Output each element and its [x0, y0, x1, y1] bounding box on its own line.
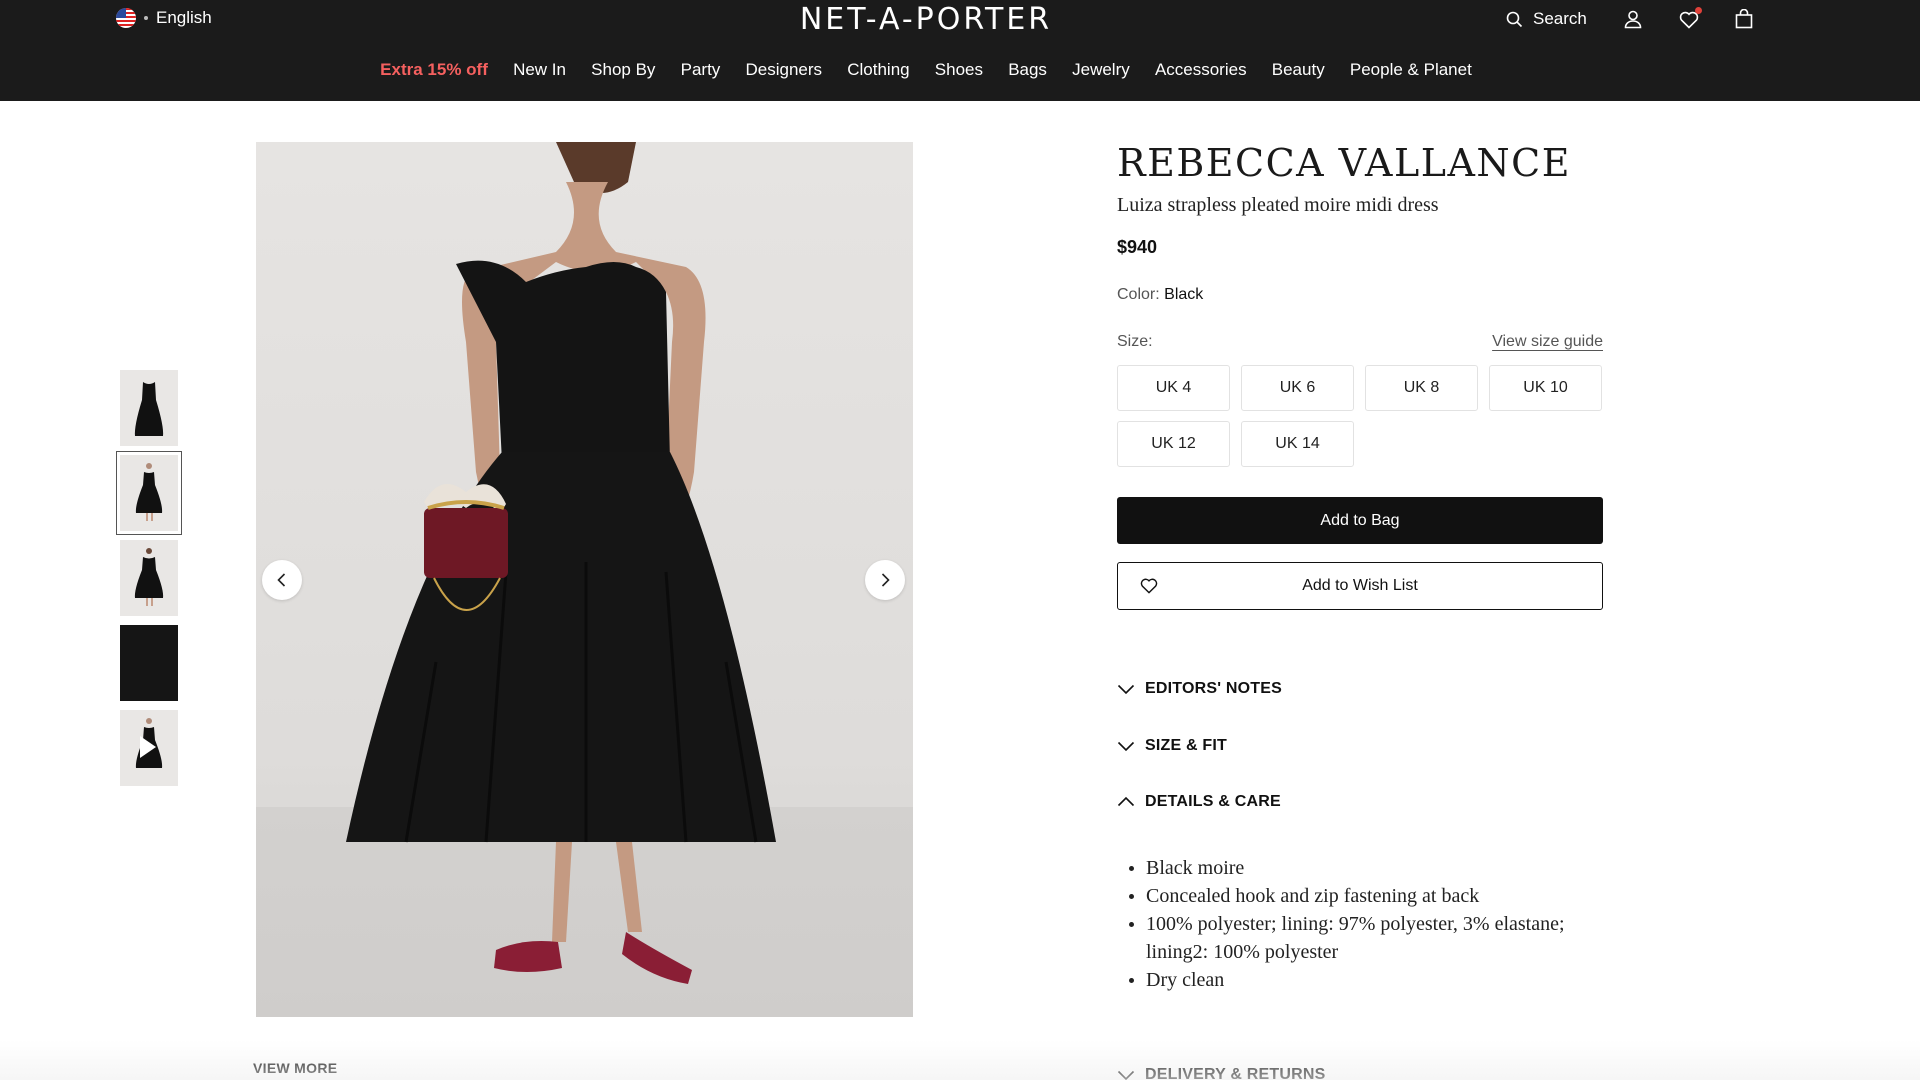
- detail-item: Dry clean: [1129, 966, 1566, 994]
- thumbnail-model[interactable]: [116, 451, 182, 535]
- add-to-wishlist-label: Add to Wish List: [1302, 577, 1418, 594]
- search-icon: [1506, 11, 1523, 27]
- thumbnail-list: [116, 370, 182, 795]
- add-to-bag-button[interactable]: Add to Bag: [1117, 497, 1603, 544]
- shopping-bag-icon: [1735, 9, 1753, 29]
- account-icon: [1624, 10, 1642, 29]
- chevron-down-icon: [1117, 1070, 1135, 1080]
- detail-item: Concealed hook and zip fastening at back: [1129, 882, 1566, 910]
- accordion-editors-notes[interactable]: EDITORS' NOTES: [1117, 680, 1282, 698]
- chevron-right-icon: [881, 573, 890, 587]
- product-name: Luiza strapless pleated moire midi dress: [1117, 194, 1439, 216]
- search-button[interactable]: Search: [1506, 9, 1587, 29]
- dress-image: [134, 382, 164, 436]
- nav-item-shoes[interactable]: Shoes: [935, 60, 983, 80]
- thumbnail-back[interactable]: [120, 540, 178, 616]
- size-guide-link[interactable]: View size guide: [1492, 333, 1603, 351]
- account-button[interactable]: [1623, 9, 1643, 29]
- size-option-uk4[interactable]: UK 4: [1117, 365, 1230, 411]
- detail-item: Black moire: [1129, 854, 1566, 882]
- model-image: [135, 463, 163, 521]
- nav-item-extra-offer[interactable]: Extra 15% off: [380, 60, 488, 80]
- main-nav: Extra 15% off New In Shop By Party Desig…: [0, 60, 1852, 80]
- color-value: Black: [1164, 286, 1204, 303]
- wishlist-badge: [1694, 6, 1702, 14]
- accordion-delivery-returns-label: DELIVERY & RETURNS: [1145, 1066, 1326, 1080]
- next-image-button[interactable]: [865, 560, 905, 600]
- accordion-delivery-returns[interactable]: DELIVERY & RETURNS: [1117, 1066, 1326, 1080]
- chevron-down-icon: [1117, 741, 1135, 752]
- header-actions: Search: [1506, 6, 1753, 32]
- thumbnail-detail[interactable]: [120, 625, 178, 701]
- size-row: Size: View size guide: [1117, 333, 1603, 351]
- nav-item-jewelry[interactable]: Jewelry: [1072, 60, 1130, 80]
- product-price: $940: [1117, 237, 1158, 257]
- accordion-size-fit[interactable]: SIZE & FIT: [1117, 737, 1227, 755]
- product-brand[interactable]: REBECCA VALLANCE: [1117, 142, 1603, 184]
- size-option-uk10[interactable]: UK 10: [1489, 365, 1602, 411]
- size-option-uk6[interactable]: UK 6: [1241, 365, 1354, 411]
- accordion-editors-notes-label: EDITORS' NOTES: [1145, 680, 1282, 697]
- nav-item-bags[interactable]: Bags: [1008, 60, 1047, 80]
- product-main-image[interactable]: [256, 142, 913, 1017]
- nav-item-shop-by[interactable]: Shop By: [591, 60, 655, 80]
- chevron-down-icon: [1117, 684, 1135, 695]
- nav-item-party[interactable]: Party: [681, 60, 721, 80]
- accordion-details-care[interactable]: DETAILS & CARE: [1117, 793, 1281, 811]
- thumbnail-video[interactable]: [120, 710, 178, 786]
- size-option-uk8[interactable]: UK 8: [1365, 365, 1478, 411]
- previous-image-button[interactable]: [262, 560, 302, 600]
- chevron-left-icon: [277, 573, 286, 587]
- accordion-size-fit-label: SIZE & FIT: [1145, 737, 1227, 754]
- nav-item-new-in[interactable]: New In: [513, 60, 566, 80]
- size-option-uk14[interactable]: UK 14: [1241, 421, 1354, 467]
- chevron-up-icon: [1117, 796, 1135, 807]
- site-header: English NET-A-PORTER Search Extra 15% of…: [0, 0, 1920, 101]
- accordion-details-care-label: DETAILS & CARE: [1145, 793, 1281, 810]
- nav-item-beauty[interactable]: Beauty: [1272, 60, 1325, 80]
- search-label: Search: [1533, 9, 1587, 28]
- product-info: REBECCA VALLANCE Luiza strapless pleated…: [1117, 142, 1603, 610]
- model-dress-illustration: [346, 142, 776, 984]
- play-icon: [140, 736, 156, 758]
- details-care-list: Black moire Concealed hook and zip faste…: [1129, 854, 1566, 994]
- add-to-wishlist-button[interactable]: Add to Wish List: [1117, 562, 1603, 610]
- nav-item-accessories[interactable]: Accessories: [1155, 60, 1247, 80]
- size-label: Size:: [1117, 333, 1153, 350]
- color-label: Color:: [1117, 286, 1160, 303]
- thumbnail-front[interactable]: [120, 370, 178, 446]
- wishlist-button[interactable]: [1679, 6, 1702, 29]
- size-options: UK 4 UK 6 UK 8 UK 10 UK 12 UK 14: [1117, 365, 1603, 467]
- model-back-image: [134, 548, 164, 606]
- nav-item-clothing[interactable]: Clothing: [847, 60, 909, 80]
- size-option-uk12[interactable]: UK 12: [1117, 421, 1230, 467]
- bag-button[interactable]: [1735, 9, 1753, 29]
- view-more-link[interactable]: VIEW MORE: [253, 1060, 337, 1076]
- nav-item-people-planet[interactable]: People & Planet: [1350, 60, 1472, 80]
- nav-item-designers[interactable]: Designers: [746, 60, 823, 80]
- color-line: Color: Black: [1117, 286, 1603, 304]
- heart-icon: [1140, 578, 1158, 594]
- detail-item: 100% polyester; lining: 97% polyester, 3…: [1129, 910, 1566, 966]
